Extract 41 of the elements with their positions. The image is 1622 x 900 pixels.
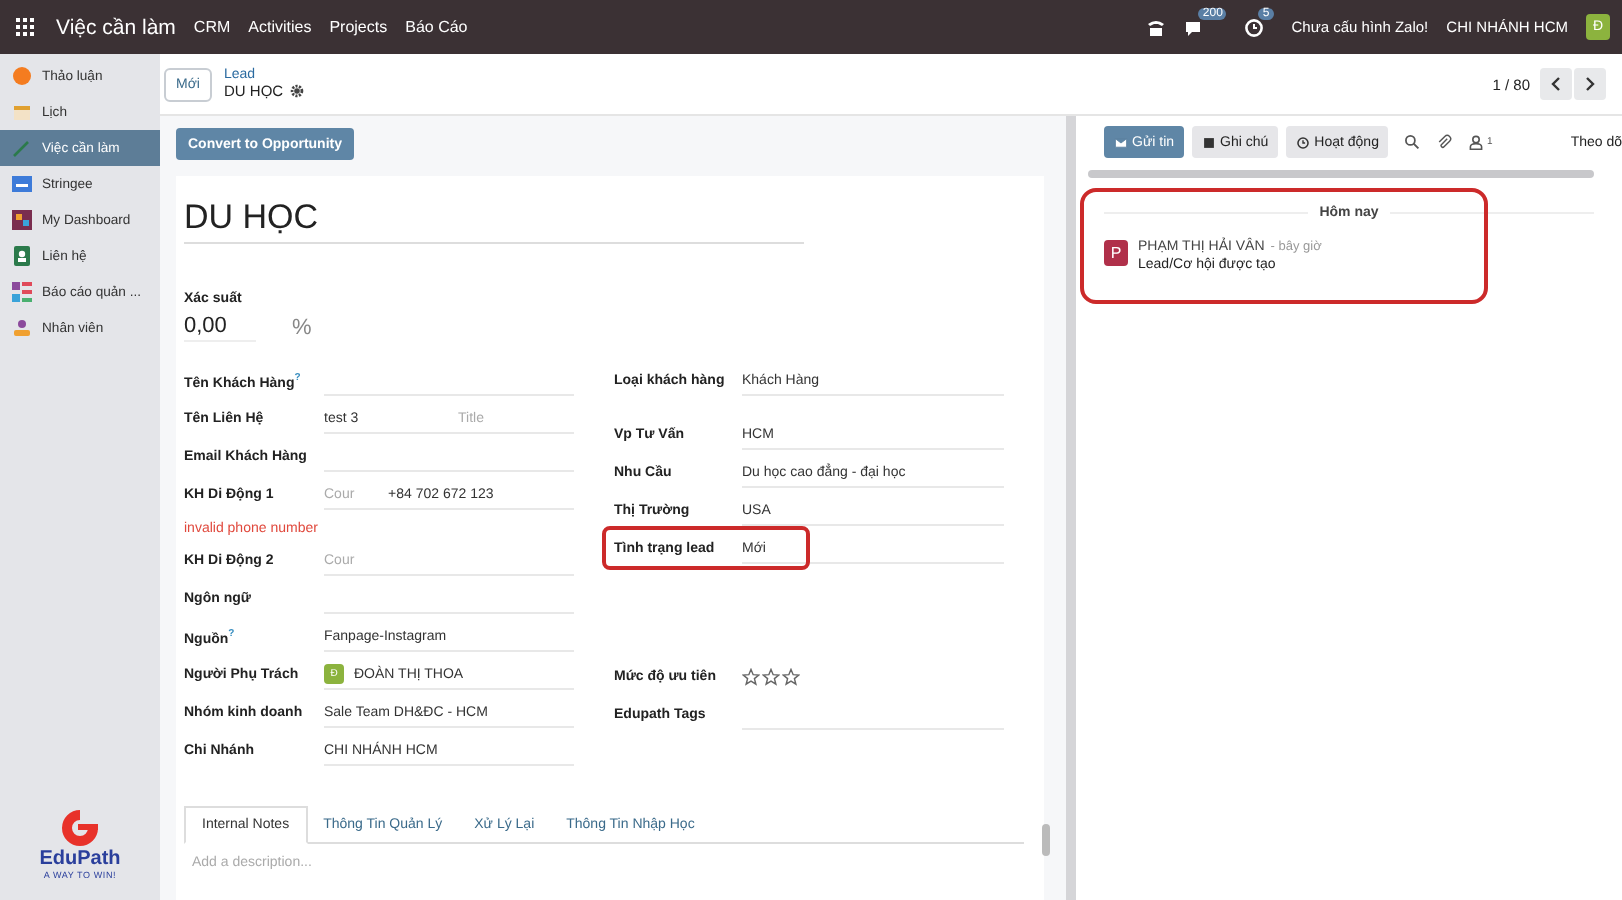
cloud-icon	[12, 174, 32, 194]
chat-bubble-icon	[12, 66, 32, 86]
previous-button[interactable]	[1540, 68, 1572, 100]
pen-icon	[12, 138, 32, 158]
calendar-icon	[12, 102, 32, 122]
person-icon[interactable]	[1468, 134, 1485, 150]
people-icon	[12, 318, 32, 338]
clock-icon	[1296, 135, 1311, 149]
menu-item[interactable]: CRM	[193, 18, 231, 36]
note-icon	[1202, 135, 1217, 149]
settings-icon[interactable]	[289, 84, 304, 98]
search-icon[interactable]	[1404, 134, 1421, 150]
star-icon[interactable]	[762, 668, 780, 686]
author-avatar: P	[1104, 240, 1128, 266]
logo-text: EduPath	[39, 848, 121, 870]
chat-icon[interactable]	[1184, 17, 1205, 37]
follower-count: 1	[1486, 136, 1493, 148]
title-field[interactable]: DU HỌC	[184, 192, 804, 244]
logo-mark-icon	[60, 808, 100, 848]
star-icon[interactable]	[782, 668, 800, 686]
percent-sign: %	[292, 316, 312, 340]
paperclip-icon[interactable]	[1436, 134, 1453, 150]
contact-card-icon	[12, 246, 32, 266]
priority-stars[interactable]	[742, 668, 800, 686]
report-icon	[12, 282, 32, 302]
probability-field[interactable]: 0,00	[184, 314, 256, 342]
menu-item[interactable]: Projects	[329, 18, 388, 36]
phone-icon[interactable]	[1146, 17, 1167, 37]
scrollbar[interactable]	[1042, 824, 1050, 856]
chevron-right-icon	[1580, 74, 1600, 94]
chevron-left-icon	[1546, 74, 1566, 94]
dashboard-icon	[12, 210, 32, 230]
clock-icon[interactable]	[1244, 17, 1265, 37]
scrollbar[interactable]	[1088, 170, 1594, 178]
menu-item[interactable]: Activities	[248, 18, 312, 36]
star-icon[interactable]	[742, 668, 760, 686]
menu-item[interactable]: Báo Cáo	[405, 18, 468, 36]
envelope-icon	[1114, 135, 1128, 149]
next-button[interactable]	[1574, 68, 1606, 100]
app-menu-icon[interactable]	[16, 18, 34, 36]
app-name[interactable]: Việc cần làm	[56, 15, 176, 39]
